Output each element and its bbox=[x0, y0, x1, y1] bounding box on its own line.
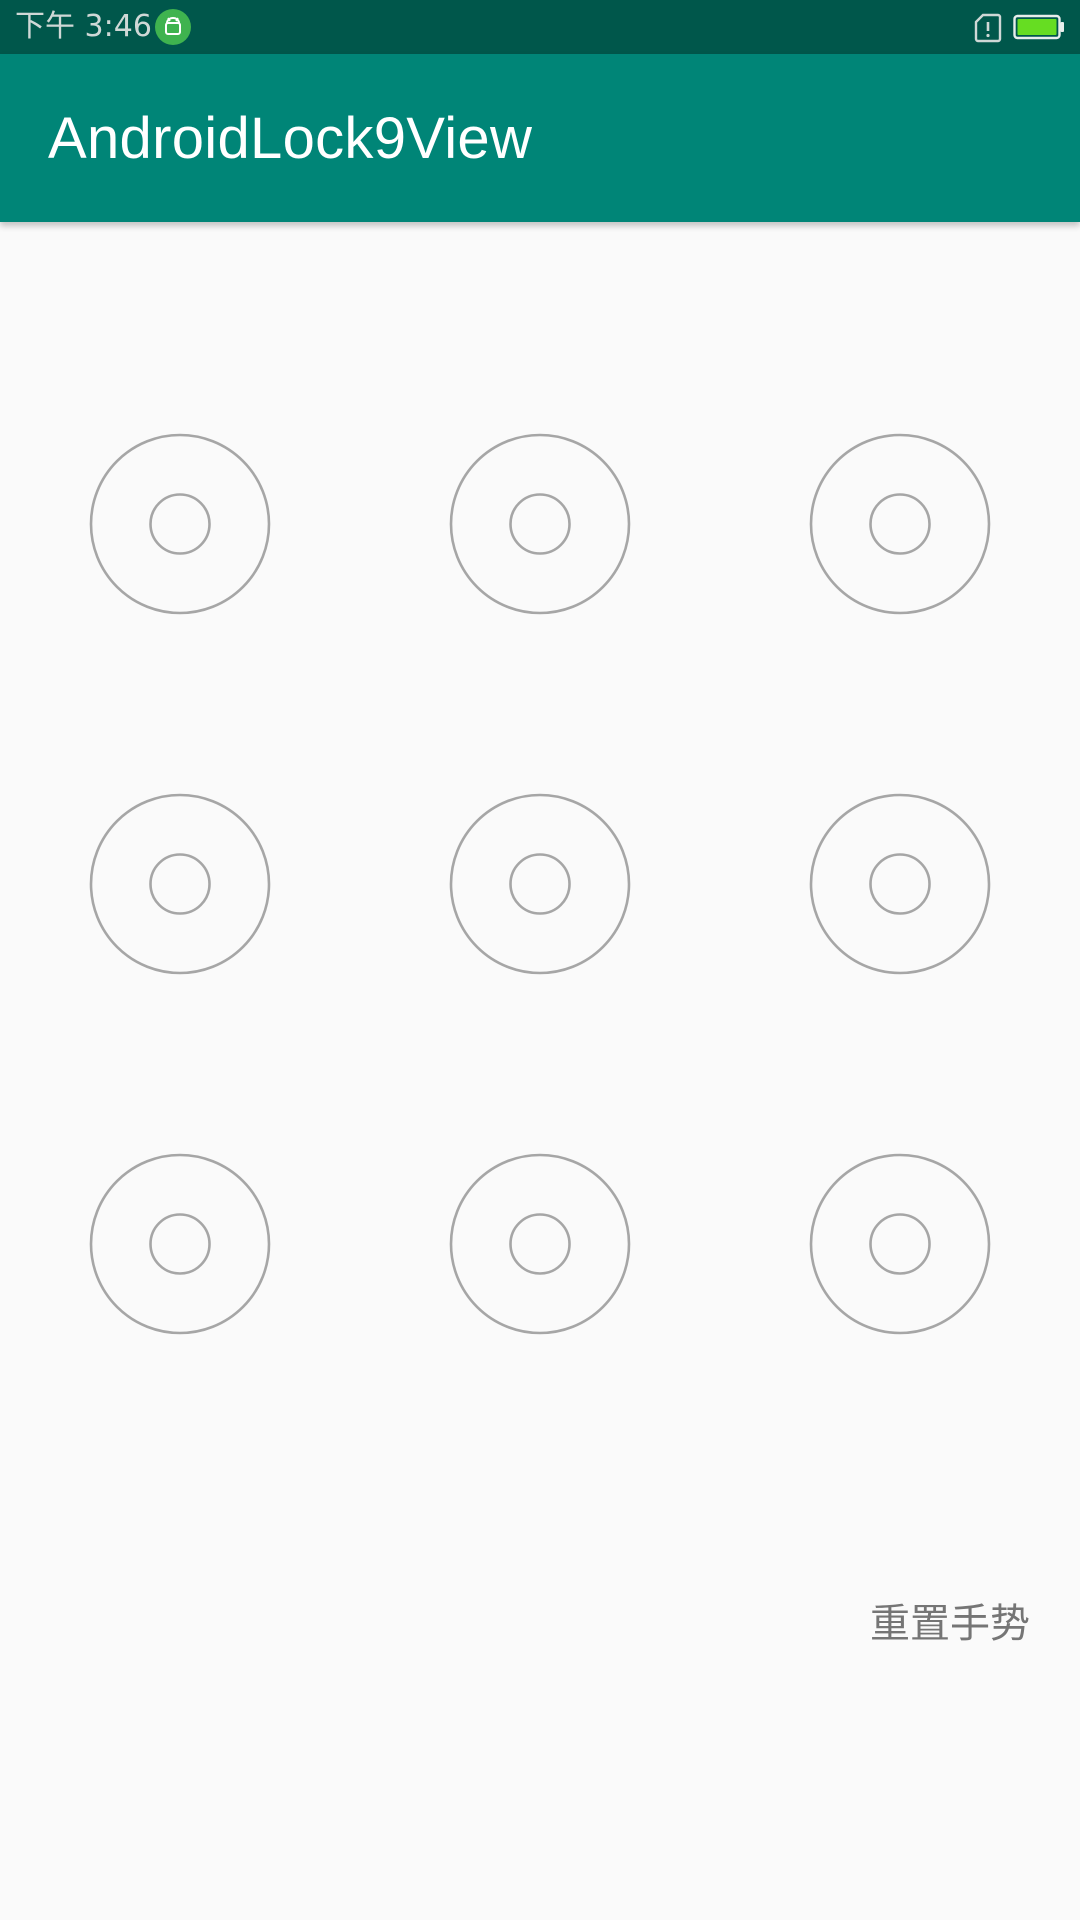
app-title: AndroidLock9View bbox=[48, 106, 533, 171]
lock-node-1[interactable] bbox=[89, 433, 271, 615]
lock-node-3[interactable] bbox=[809, 433, 991, 615]
app-toolbar: AndroidLock9View bbox=[0, 54, 1080, 222]
status-time: 下午 3:46 bbox=[15, 9, 152, 44]
lock-node-ring-icon bbox=[89, 433, 271, 615]
lock-node-5[interactable] bbox=[449, 793, 631, 975]
lock-node-ring-icon bbox=[809, 1153, 991, 1335]
android-debug-icon bbox=[155, 9, 191, 45]
lock-node-6[interactable] bbox=[809, 793, 991, 975]
lock-node-7[interactable] bbox=[89, 1153, 271, 1335]
lock-node-ring-icon bbox=[449, 433, 631, 615]
lock-node-ring-icon bbox=[89, 793, 271, 975]
status-bar: 下午 3:46 bbox=[0, 0, 1080, 54]
lock-node-4[interactable] bbox=[89, 793, 271, 975]
lock-node-9[interactable] bbox=[809, 1153, 991, 1335]
app-screen: 下午 3:46 AndroidLock9View 重置手势 bbox=[0, 0, 1080, 1920]
lock-pattern-grid[interactable] bbox=[0, 222, 1080, 1422]
reset-gesture-button[interactable]: 重置手势 bbox=[870, 1600, 1030, 1648]
lock-node-ring-icon bbox=[809, 793, 991, 975]
lock-node-2[interactable] bbox=[449, 433, 631, 615]
sim-alert-icon bbox=[974, 13, 1002, 43]
lock-node-ring-icon bbox=[809, 433, 991, 615]
lock-node-8[interactable] bbox=[449, 1153, 631, 1335]
lock-node-ring-icon bbox=[449, 1153, 631, 1335]
lock-node-ring-icon bbox=[89, 1153, 271, 1335]
battery-icon bbox=[1013, 14, 1065, 40]
lock-node-ring-icon bbox=[449, 793, 631, 975]
